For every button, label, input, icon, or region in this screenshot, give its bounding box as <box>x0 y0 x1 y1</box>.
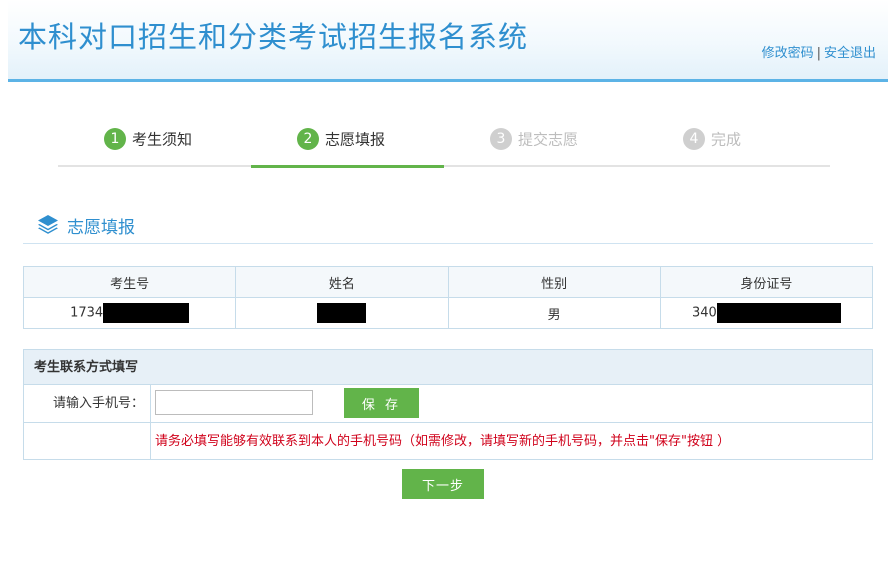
cell-name <box>235 297 449 329</box>
header-bar: 本科对口招生和分类考试招生报名系统 修改密码 | 安全退出 <box>8 0 888 82</box>
system-title: 本科对口招生和分类考试招生报名系统 <box>18 20 529 54</box>
header-name: 姓名 <box>235 266 449 298</box>
step-label: 考生须知 <box>132 130 193 149</box>
step-number: 4 <box>683 128 705 150</box>
step-complete[interactable]: 4 完成 <box>637 120 830 167</box>
save-button[interactable]: 保 存 <box>344 388 419 418</box>
section-header: 志愿填报 <box>23 207 873 244</box>
candidate-info-table: 考生号 姓名 性别 身份证号 1734 男 340 <box>22 266 874 329</box>
step-label: 志愿填报 <box>325 130 386 149</box>
link-separator: | <box>816 46 821 61</box>
step-label: 完成 <box>711 130 742 149</box>
redaction-block <box>103 303 190 323</box>
cell-id-no: 340 <box>659 297 874 329</box>
step-number: 2 <box>297 128 319 150</box>
change-password-link[interactable]: 修改密码 <box>762 46 814 61</box>
layers-icon <box>38 215 58 234</box>
step-label: 提交志愿 <box>518 130 579 149</box>
cell-exam-no: 1734 <box>22 297 237 329</box>
exam-no-value: 1734 <box>70 305 104 321</box>
redaction-block <box>716 303 841 323</box>
phone-label: 请输入手机号： <box>24 385 151 422</box>
section-title: 志愿填报 <box>67 218 135 238</box>
logout-link[interactable]: 安全退出 <box>824 46 876 61</box>
phone-notice: 请务必填写能够有效联系到本人的手机号码（如需修改，请填写新的手机号码，并点击"保… <box>155 434 731 449</box>
step-number: 3 <box>490 128 512 150</box>
header-gender: 性别 <box>447 266 661 298</box>
note-row: 请务必填写能够有效联系到本人的手机号码（如需修改，请填写新的手机号码，并点击"保… <box>24 422 872 459</box>
phone-input[interactable] <box>155 390 313 415</box>
table-row: 1734 男 340 <box>22 297 874 329</box>
contact-heading: 考生联系方式填写 <box>24 350 872 385</box>
gender-value: 男 <box>547 307 561 323</box>
phone-row: 请输入手机号： 保 存 <box>24 385 872 422</box>
redaction-block <box>317 303 367 323</box>
next-step-button[interactable]: 下一步 <box>402 469 484 499</box>
step-number: 1 <box>104 128 126 150</box>
cell-gender: 男 <box>447 297 661 329</box>
progress-steps: 1 考生须知 2 志愿填报 3 提交志愿 4 完成 <box>58 120 830 168</box>
table-header-row: 考生号 姓名 性别 身份证号 <box>22 266 874 298</box>
header-links: 修改密码 | 安全退出 <box>762 42 876 61</box>
header-exam-no: 考生号 <box>22 266 237 298</box>
step-fill-volunteer[interactable]: 2 志愿填报 <box>251 120 444 168</box>
note-label-cell <box>24 423 151 459</box>
header-id-no: 身份证号 <box>659 266 874 298</box>
id-no-value: 340 <box>691 305 717 321</box>
step-notice[interactable]: 1 考生须知 <box>58 120 251 167</box>
contact-form: 考生联系方式填写 请输入手机号： 保 存 请务必填写能够有效联系到本人的手机号码… <box>23 349 873 460</box>
step-submit[interactable]: 3 提交志愿 <box>444 120 637 167</box>
